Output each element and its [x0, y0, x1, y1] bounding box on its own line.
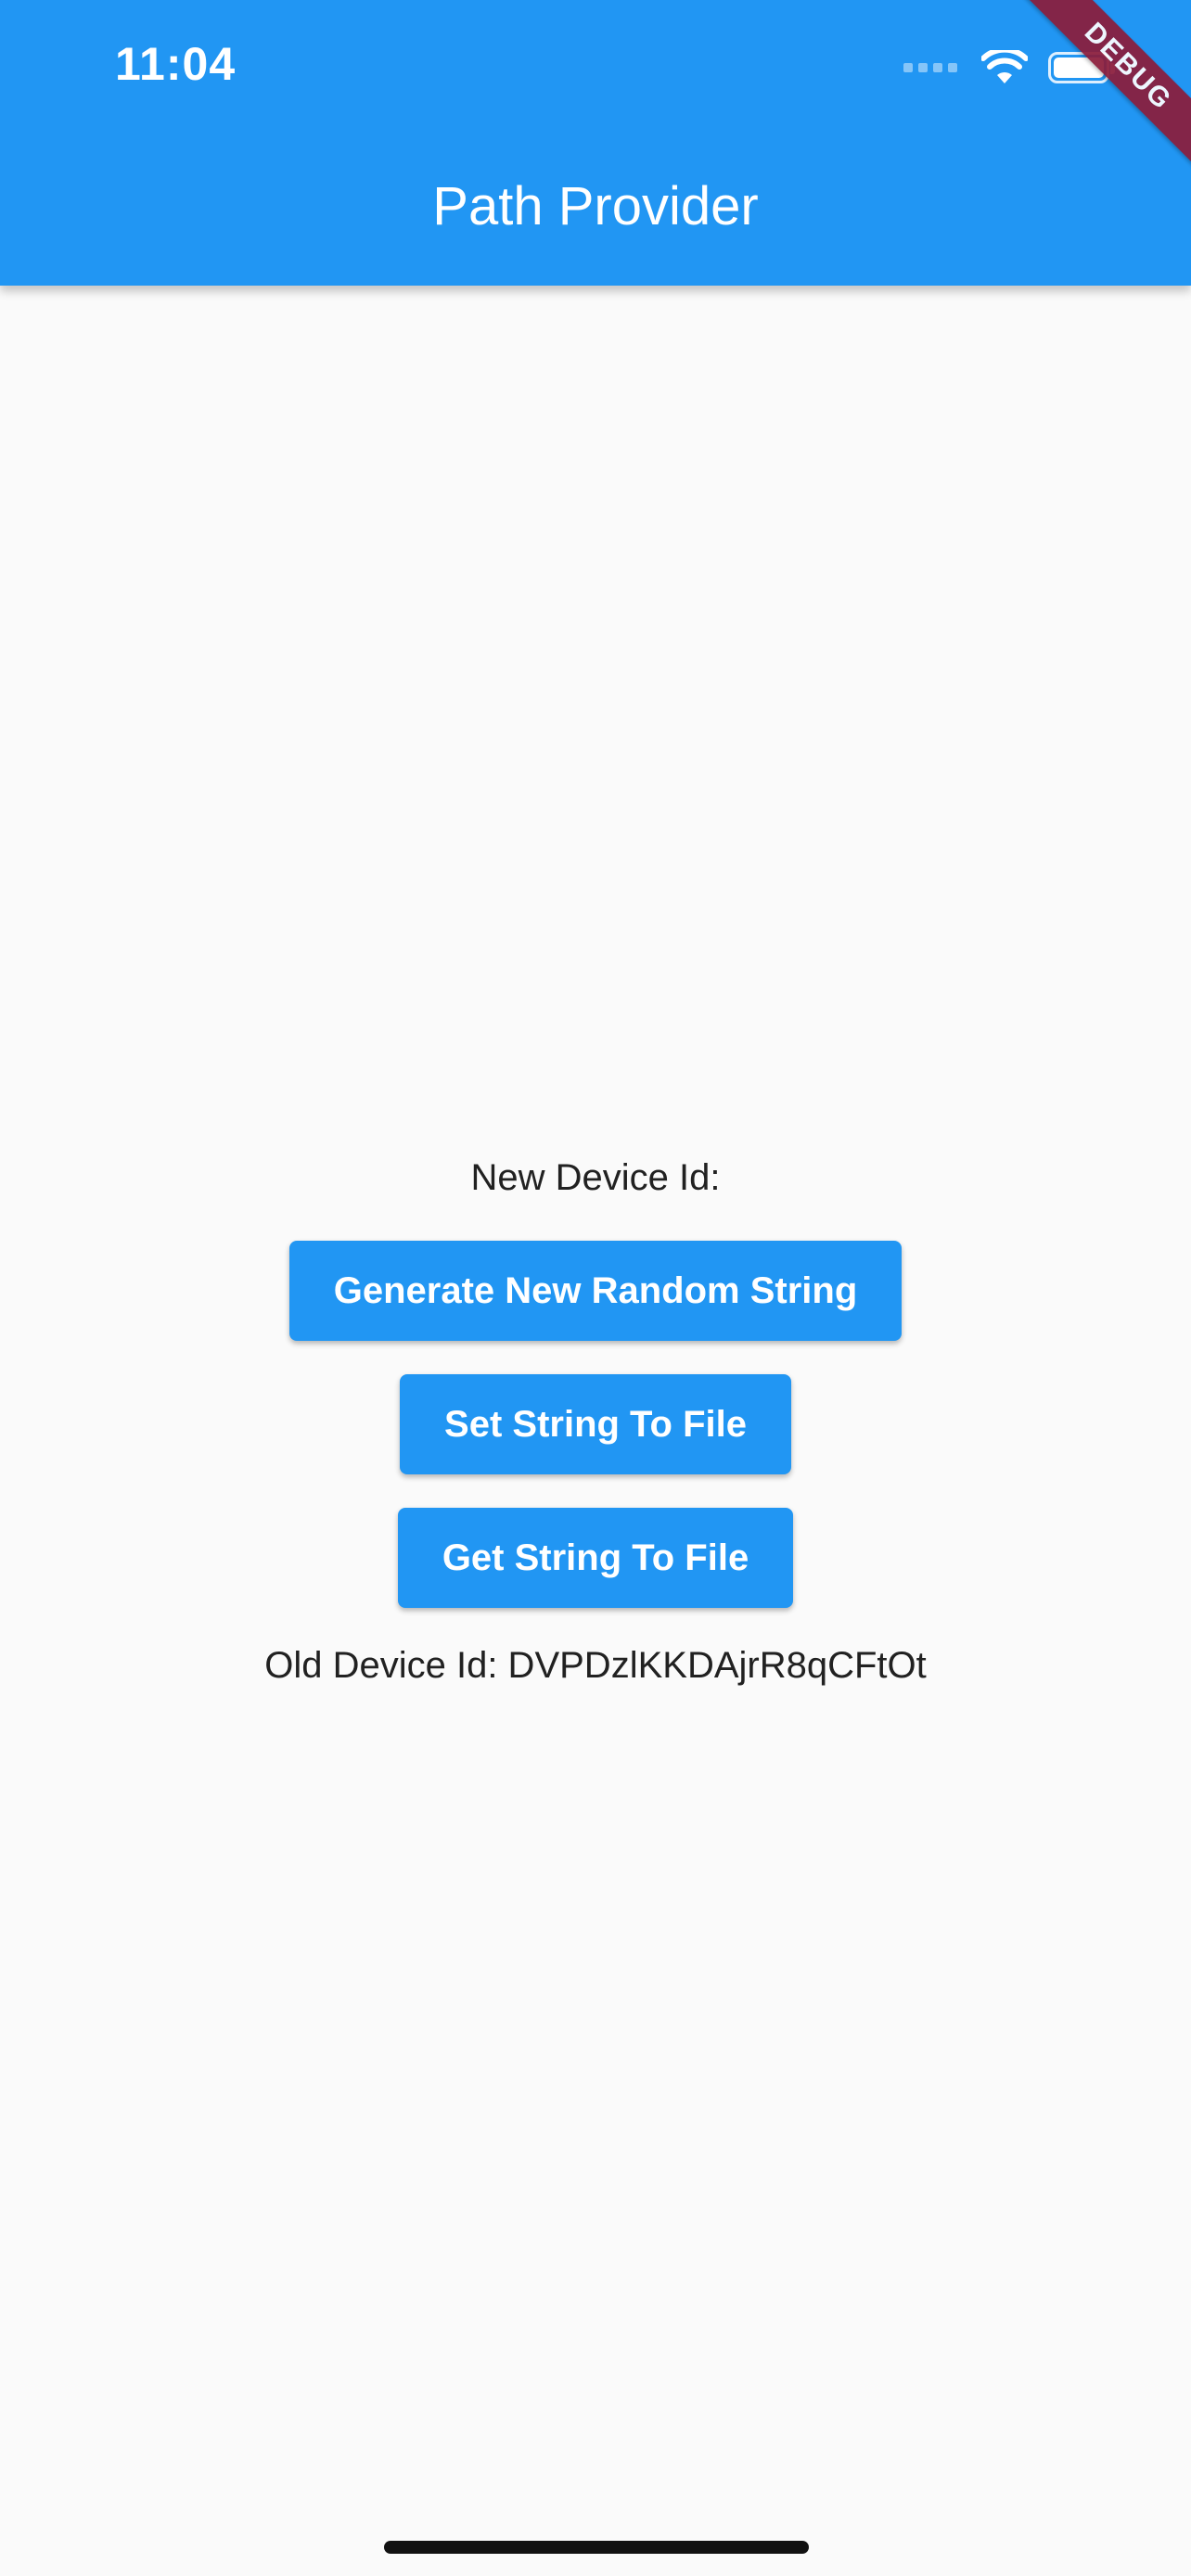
set-string-to-file-button[interactable]: Set String To File [400, 1374, 791, 1474]
debug-banner: DEBUG [1005, 0, 1191, 185]
app-screen: 11:04 Path Provider DEBUG New Device Id:… [0, 0, 1191, 2576]
new-device-id-label: New Device Id: [470, 1157, 721, 1198]
cellular-signal-icon [903, 63, 957, 72]
status-time: 11:04 [115, 38, 237, 90]
home-indicator[interactable] [384, 2541, 809, 2554]
main-content: New Device Id: Generate New Random Strin… [0, 1141, 1191, 1702]
get-string-to-file-button[interactable]: Get String To File [397, 1508, 794, 1608]
old-device-id-label: Old Device Id: DVPDzlKKDAjrR8qCFtOt [264, 1645, 927, 1686]
debug-banner-label: DEBUG [1013, 0, 1191, 182]
generate-random-string-button[interactable]: Generate New Random String [288, 1241, 903, 1341]
